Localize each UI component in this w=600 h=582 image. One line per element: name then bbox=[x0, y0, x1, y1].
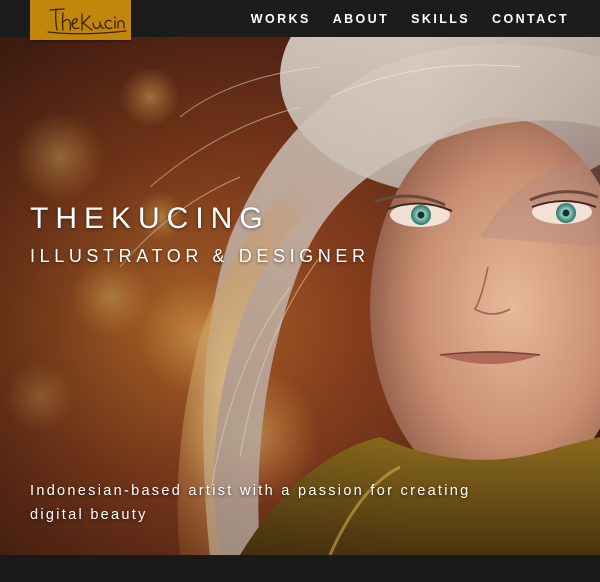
nav-item-skills[interactable]: SKILLS bbox=[411, 12, 470, 26]
hero-title: THEKUCING bbox=[30, 202, 270, 235]
nav-item-about[interactable]: ABOUT bbox=[333, 12, 389, 26]
signature-logo-icon bbox=[47, 8, 127, 35]
nav-item-works[interactable]: WORKS bbox=[251, 12, 311, 26]
site-logo[interactable] bbox=[30, 0, 131, 40]
main-nav: WORKS ABOUT SKILLS CONTACT bbox=[251, 0, 600, 37]
bottom-bar bbox=[0, 555, 600, 582]
nav-item-contact[interactable]: CONTACT bbox=[492, 12, 569, 26]
hero-subtitle: ILLUSTRATOR & DESIGNER bbox=[30, 246, 370, 266]
hero-shade-overlay bbox=[0, 37, 600, 555]
top-navbar: WORKS ABOUT SKILLS CONTACT bbox=[0, 0, 600, 40]
hero-tagline: Indonesian-based artist with a passion f… bbox=[30, 483, 471, 523]
hero-section: THEKUCING ILLUSTRATOR & DESIGNER Indones… bbox=[0, 37, 600, 555]
